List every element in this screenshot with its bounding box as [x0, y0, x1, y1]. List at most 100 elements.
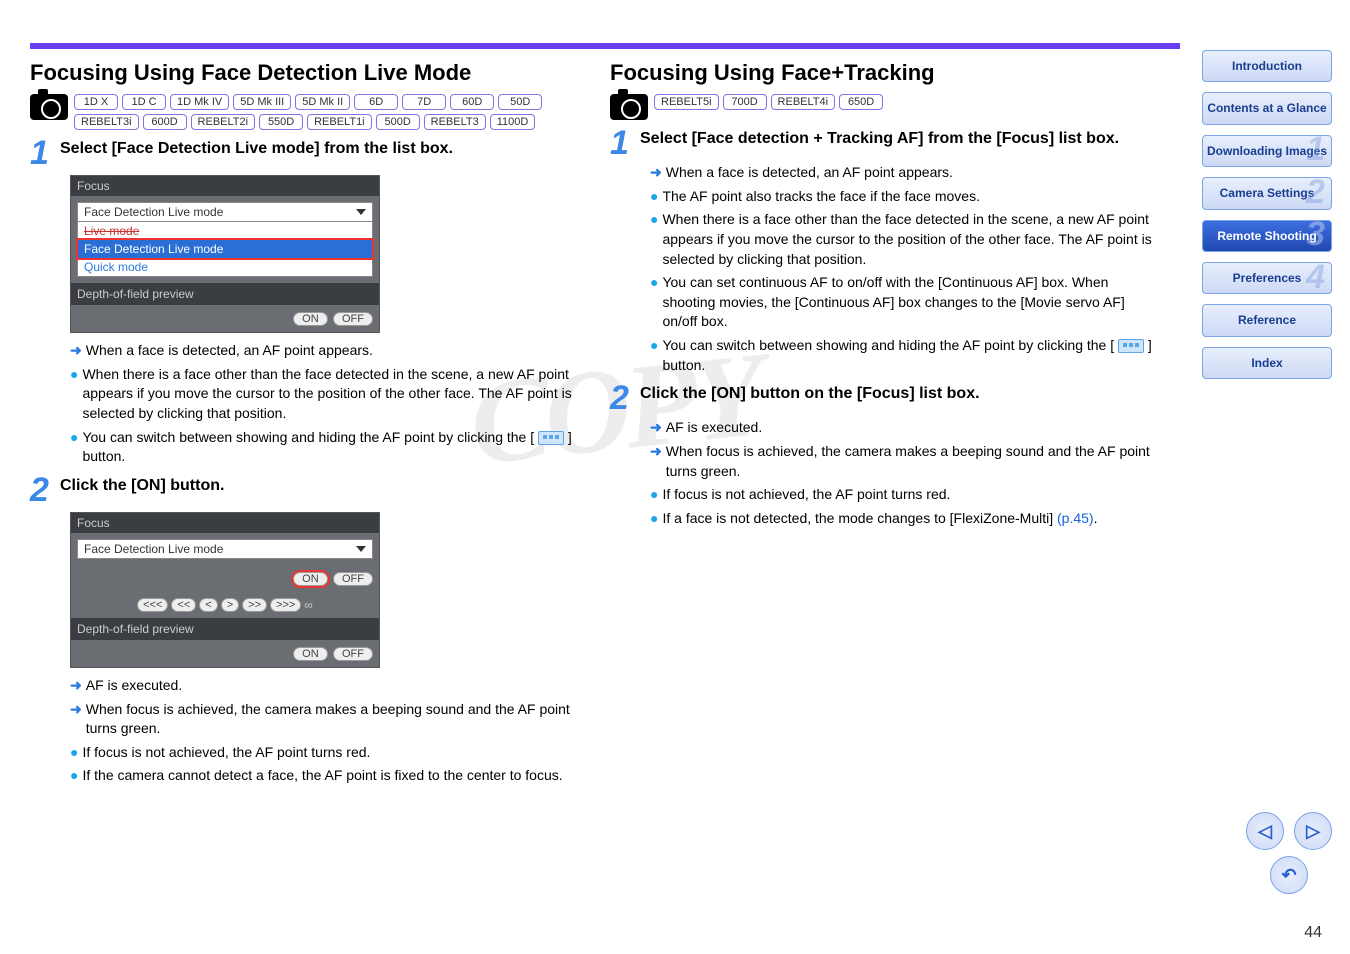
bullet-icon: ●: [70, 766, 78, 786]
focus-off-button[interactable]: OFF: [333, 572, 373, 586]
focus-on-button[interactable]: ON: [293, 572, 328, 586]
chevron-down-icon: [356, 546, 366, 552]
page-link-45[interactable]: (p.45): [1057, 510, 1094, 526]
back-button[interactable]: ↶: [1270, 856, 1308, 894]
dof-on-button[interactable]: ON: [293, 312, 328, 326]
af-toggle-icon: [538, 431, 564, 445]
panel-title: Focus: [71, 176, 379, 196]
top-accent-bar: [30, 43, 1180, 49]
arrow-icon: ➜: [650, 163, 662, 183]
dof-label: Depth-of-field preview: [71, 618, 379, 640]
model-badge: 700D: [723, 94, 767, 110]
nav-index[interactable]: Index: [1202, 347, 1332, 379]
dof-on-button[interactable]: ON: [293, 647, 328, 661]
right-model-badges: REBELT5i 700D REBELT4i 650D: [654, 94, 883, 110]
bullet-text: You can switch between showing and hidin…: [662, 336, 1160, 375]
left-heading: Focusing Using Face Detection Live Mode: [30, 60, 580, 86]
model-badge: REBELT1i: [307, 114, 372, 130]
nav-fwd-2[interactable]: >>: [242, 598, 267, 612]
bullet-text: When there is a face other than the face…: [662, 210, 1160, 269]
bullet-icon: ●: [70, 428, 78, 467]
model-badge: 1D Mk IV: [170, 94, 229, 110]
bullet-text: When focus is achieved, the camera makes…: [666, 442, 1160, 481]
model-badge: 1D X: [74, 94, 118, 110]
nav-rewind-2[interactable]: <<: [171, 598, 196, 612]
nav-rewind-3[interactable]: <<<: [137, 598, 168, 612]
bullet-icon: ●: [650, 509, 658, 529]
model-badge: 1100D: [490, 114, 536, 130]
dropdown-option-quick[interactable]: Quick mode: [78, 258, 372, 276]
dof-off-button[interactable]: OFF: [333, 312, 373, 326]
panel-title: Focus: [71, 513, 379, 533]
bullet-text: AF is executed.: [666, 418, 763, 438]
bullet-text: When a face is detected, an AF point app…: [86, 341, 373, 361]
page-navigation: ◁ ▷ ↶: [1246, 812, 1332, 894]
step-number-2: 2: [610, 385, 636, 412]
nav-camera-settings[interactable]: Camera Settings2: [1202, 177, 1332, 209]
model-badge: 6D: [354, 94, 398, 110]
model-badge: REBELT5i: [654, 94, 719, 110]
camera-icon: [30, 94, 68, 120]
main-content: Focusing Using Face Detection Live Mode …: [30, 60, 1160, 790]
nav-downloading[interactable]: Downloading Images1: [1202, 135, 1332, 167]
model-badge: 5D Mk II: [295, 94, 350, 110]
arrow-icon: ➜: [650, 442, 662, 481]
dof-label: Depth-of-field preview: [71, 283, 379, 305]
nav-reference[interactable]: Reference: [1202, 304, 1332, 336]
focus-mode-select[interactable]: Face Detection Live mode: [77, 202, 373, 222]
dropdown-option-face[interactable]: Face Detection Live mode: [78, 240, 372, 258]
model-badge: REBELT2i: [191, 114, 256, 130]
focus-panel-1: Focus Face Detection Live mode Live mode…: [70, 175, 380, 333]
left-step2-title: Click the [ON] button.: [60, 477, 224, 495]
nav-fwd-1[interactable]: >: [221, 598, 239, 612]
bullet-text: When a face is detected, an AF point app…: [666, 163, 953, 183]
nav-fwd-3[interactable]: >>>: [270, 598, 301, 612]
nav-rewind-1[interactable]: <: [199, 598, 217, 612]
model-badge: 7D: [402, 94, 446, 110]
bullet-icon: ●: [70, 365, 78, 424]
focus-nav-row: <<< << < > >> >>> ∞: [71, 592, 379, 618]
bullet-text: When there is a face other than the face…: [82, 365, 580, 424]
bullet-text: The AF point also tracks the face if the…: [662, 187, 980, 207]
focus-mode-select[interactable]: Face Detection Live mode: [77, 539, 373, 559]
right-column: Focusing Using Face+Tracking REBELT5i 70…: [610, 60, 1160, 790]
nav-preferences[interactable]: Preferences4: [1202, 262, 1332, 294]
bullet-icon: ●: [650, 187, 658, 207]
bullet-text: If focus is not achieved, the AF point t…: [662, 485, 950, 505]
nav-remote-shooting[interactable]: Remote Shooting3: [1202, 220, 1332, 252]
af-toggle-icon: [1118, 339, 1144, 353]
arrow-icon: ➜: [70, 700, 82, 739]
left-step1-title: Select [Face Detection Live mode] from t…: [60, 140, 453, 158]
bullet-icon: ●: [70, 743, 78, 763]
dof-off-button[interactable]: OFF: [333, 647, 373, 661]
prev-page-button[interactable]: ◁: [1246, 812, 1284, 850]
right-heading: Focusing Using Face+Tracking: [610, 60, 1160, 86]
left-column: Focusing Using Face Detection Live Mode …: [30, 60, 580, 790]
arrow-icon: ➜: [70, 676, 82, 696]
bullet-icon: ●: [650, 210, 658, 269]
model-badge: 5D Mk III: [233, 94, 291, 110]
next-page-button[interactable]: ▷: [1294, 812, 1332, 850]
focus-mode-dropdown: Live mode Face Detection Live mode Quick…: [77, 221, 373, 277]
model-badge: 500D: [376, 114, 420, 130]
step-number-1: 1: [610, 130, 636, 157]
right-step1-title: Select [Face detection + Tracking AF] fr…: [640, 130, 1119, 148]
bullet-text: AF is executed.: [86, 676, 183, 696]
focus-panel-2: Focus Face Detection Live mode ON OFF <<…: [70, 512, 380, 668]
bullet-text: If a face is not detected, the mode chan…: [662, 509, 1097, 529]
page-number: 44: [1304, 924, 1322, 942]
select-value: Face Detection Live mode: [84, 205, 223, 219]
infinity-icon: ∞: [304, 598, 313, 612]
model-badge: 60D: [450, 94, 494, 110]
nav-contents[interactable]: Contents at a Glance: [1202, 92, 1332, 124]
nav-introduction[interactable]: Introduction: [1202, 50, 1332, 82]
left-model-badges: 1D X 1D C 1D Mk IV 5D Mk III 5D Mk II 6D…: [74, 94, 580, 130]
model-badge: REBELT4i: [771, 94, 836, 110]
camera-icon: [610, 94, 648, 120]
bullet-text: You can switch between showing and hidin…: [82, 428, 580, 467]
arrow-icon: ➜: [70, 341, 82, 361]
model-badge: 600D: [143, 114, 187, 130]
dropdown-option-live[interactable]: Live mode: [78, 222, 372, 240]
bullet-text: You can set continuous AF to on/off with…: [662, 273, 1160, 332]
arrow-icon: ➜: [650, 418, 662, 438]
